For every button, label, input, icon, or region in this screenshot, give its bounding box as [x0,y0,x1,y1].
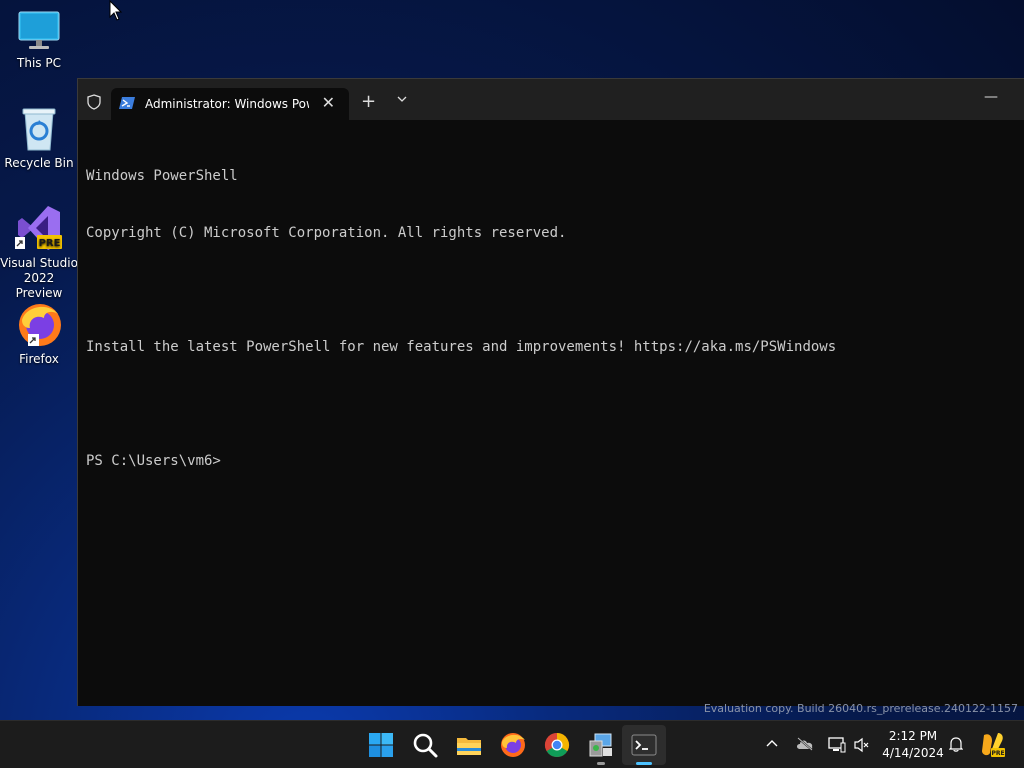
desktop-icon-visual-studio[interactable]: PRE Visual Studio 2022 Preview [0,204,78,301]
running-indicator [597,762,605,765]
visual-studio-preview-icon: PRE [15,206,62,250]
tab-powershell[interactable]: Administrator: Windows PowerShell ✕ [111,88,349,120]
firefox-icon [19,304,61,346]
powershell-icon [119,97,135,109]
desktop-icon-recycle-bin[interactable]: Recycle Bin [0,106,78,171]
tab-close-button[interactable]: ✕ [322,93,335,112]
search-icon[interactable] [411,731,439,759]
copilot-icon[interactable]: PRE [978,731,1006,759]
console-line: Install the latest PowerShell for new fe… [86,339,837,355]
chevron-up-icon[interactable] [765,737,779,751]
console-line: Windows PowerShell [86,168,238,184]
terminal-icon[interactable] [630,731,658,759]
active-indicator [636,762,652,765]
desktop-icon-label: Recycle Bin [4,156,74,170]
desktop-icon-this-pc[interactable]: This PC [0,10,78,71]
console-output[interactable]: Windows PowerShell Copyright (C) Microso… [86,129,1016,509]
network-icon[interactable] [828,737,846,753]
chrome-icon[interactable] [543,731,571,759]
console-prompt[interactable]: PS C:\Users\vm6> [86,452,1016,471]
title-bar[interactable]: Administrator: Windows PowerShell ✕ + — [78,79,1024,120]
pre-badge: PRE [991,750,1004,757]
tab-title: Administrator: Windows PowerShell [145,97,309,111]
desktop-icon-label-line2: 2022 Preview [15,271,63,300]
clock-date: 4/14/2024 [882,746,944,760]
clock-time: 2:12 PM [888,729,938,743]
speaker-muted-icon[interactable] [854,737,870,753]
shield-icon [87,94,101,110]
system-clock[interactable]: 2:12 PM 4/14/2024 [874,728,952,762]
minimize-button[interactable]: — [984,89,998,105]
chevron-down-icon[interactable] [396,95,408,103]
recycle-bin-icon [22,108,56,151]
desktop-icon-label: This PC [17,56,61,70]
desktop-icon-firefox[interactable]: Firefox [0,300,78,367]
console-line: Copyright (C) Microsoft Corporation. All… [86,225,567,241]
control-panel-icon[interactable] [587,731,615,759]
onedrive-offline-icon[interactable] [795,737,815,751]
evaluation-watermark: Evaluation copy. Build 26040.rs_prerelea… [703,702,1018,715]
file-explorer-icon[interactable] [455,731,483,759]
monitor-icon [18,11,60,49]
firefox-icon[interactable] [499,731,527,759]
terminal-window[interactable]: Administrator: Windows PowerShell ✕ + — … [77,78,1024,706]
taskbar: 2:12 PM 4/14/2024 PRE [0,720,1024,768]
pre-badge: PRE [39,238,61,249]
mouse-cursor-icon [109,0,123,21]
new-tab-button[interactable]: + [361,91,376,112]
notification-bell-icon[interactable] [949,736,963,752]
desktop-icon-label-line1: Visual Studio [0,256,78,270]
desktop-icon-label: Firefox [19,352,59,366]
start-icon[interactable] [367,731,395,759]
